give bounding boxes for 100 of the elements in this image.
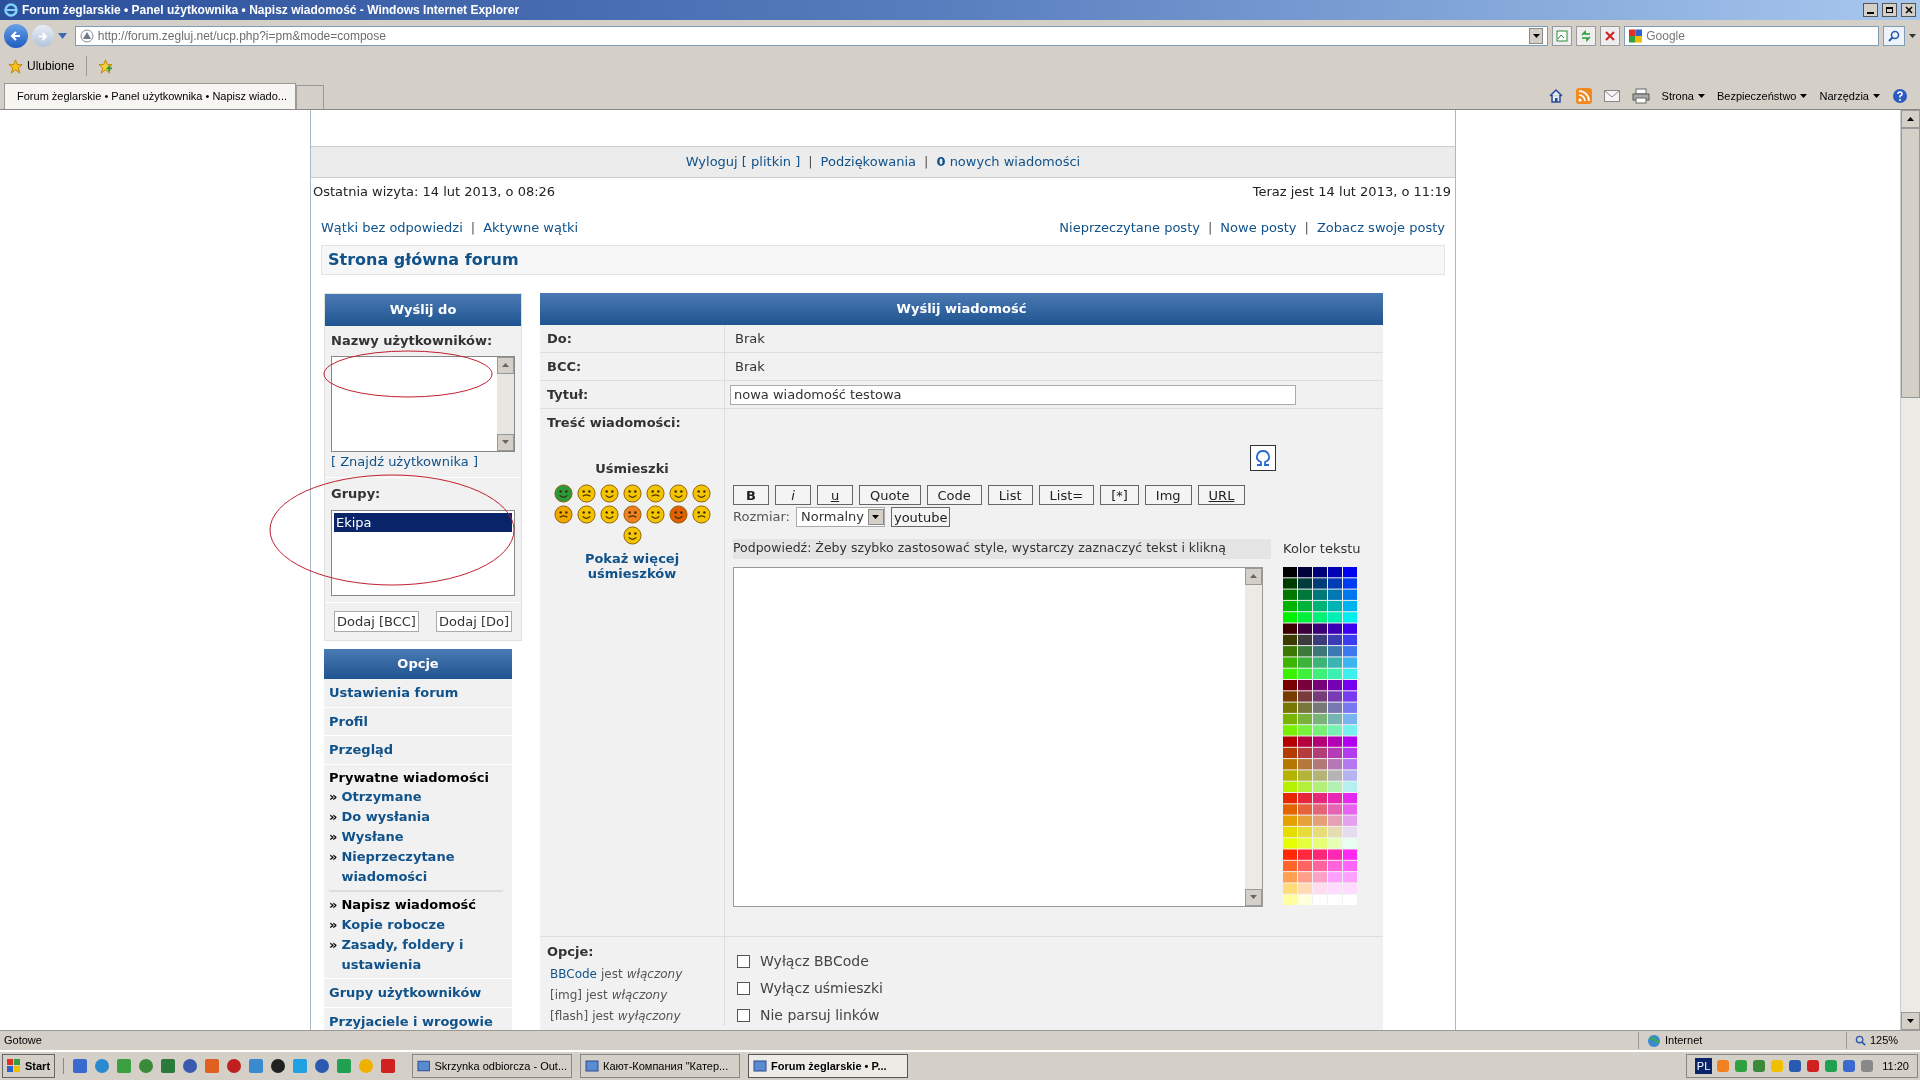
nav-link[interactable]: Nieprzeczytane posty: [1059, 217, 1200, 237]
group-option[interactable]: Ekipa: [334, 512, 512, 532]
search-box[interactable]: Google: [1624, 26, 1880, 46]
smiley-icon[interactable]: [576, 484, 596, 503]
scrollbar[interactable]: [497, 356, 514, 451]
minimize-button[interactable]: [1863, 3, 1878, 17]
menu-link[interactable]: Profil: [324, 707, 512, 736]
refresh-button[interactable]: [1576, 26, 1597, 46]
taskbar-window-button[interactable]: Forum żeglarskie • P...: [748, 1054, 909, 1078]
back-button[interactable]: [4, 24, 28, 48]
menu-link[interactable]: Przegląd: [324, 736, 512, 765]
home-icon[interactable]: [1547, 88, 1564, 104]
address-dropdown-button[interactable]: [1529, 28, 1544, 44]
format-button[interactable]: URL: [1197, 485, 1246, 505]
smiley-icon[interactable]: [691, 484, 711, 503]
quick-launch-icon[interactable]: [270, 1058, 287, 1074]
groups-list[interactable]: Ekipa: [331, 509, 515, 596]
nav-link[interactable]: Wyloguj [ plitkin ]: [685, 152, 801, 172]
menu-link[interactable]: Przyjaciele i wrogowie: [324, 1007, 512, 1030]
menu-link[interactable]: Otrzymane: [341, 787, 422, 807]
command-menu[interactable]: Narzędzia: [1819, 87, 1880, 105]
format-button[interactable]: Quote: [859, 485, 921, 505]
menu-link[interactable]: Nieprzeczytane wiadomości: [341, 847, 507, 887]
smiley-icon[interactable]: [645, 505, 665, 524]
option-name[interactable]: BBCode: [550, 964, 597, 983]
mail-icon[interactable]: [1603, 90, 1620, 102]
address-field[interactable]: http://forum.zegluj.net/ucp.php?i=pm&mode=compose: [74, 26, 1549, 46]
stop-button[interactable]: [1600, 26, 1621, 46]
format-button[interactable]: Img: [1144, 485, 1192, 505]
zoom-button[interactable]: 125%: [1846, 1032, 1916, 1049]
format-button[interactable]: List: [987, 485, 1033, 505]
menu-link[interactable]: Napisz wiadomość: [341, 895, 477, 915]
language-indicator[interactable]: PL: [1694, 1057, 1713, 1075]
smiley-icon[interactable]: [691, 505, 711, 524]
nav-link[interactable]: 0 nowych wiadomości: [936, 152, 1081, 172]
nav-link[interactable]: Nowe posty: [1220, 217, 1297, 237]
special-characters-button[interactable]: [1250, 445, 1276, 471]
restore-button[interactable]: [1882, 3, 1897, 17]
find-user-link[interactable]: [ Znajdź użytkownika ]: [325, 451, 521, 471]
format-button[interactable]: Code: [926, 485, 982, 505]
format-button[interactable]: u: [817, 485, 853, 505]
format-button[interactable]: i: [775, 485, 811, 505]
command-menu[interactable]: Strona: [1661, 87, 1705, 105]
add-recipient-button[interactable]: Dodaj [BCC]: [334, 610, 419, 632]
smiley-icon[interactable]: [553, 484, 573, 503]
smiley-icon[interactable]: [645, 484, 665, 503]
format-button[interactable]: B: [733, 485, 769, 505]
close-button[interactable]: [1901, 3, 1916, 17]
nav-link[interactable]: Zobacz swoje posty: [1316, 217, 1445, 237]
smiley-icon[interactable]: [622, 526, 642, 545]
smiley-icon[interactable]: [599, 484, 619, 503]
add-recipient-button[interactable]: Dodaj [Do]: [435, 610, 512, 632]
tray-icon[interactable]: [1788, 1059, 1803, 1073]
page-scrollbar[interactable]: [1900, 110, 1920, 1030]
add-favorite-button[interactable]: [95, 56, 116, 76]
menu-link[interactable]: Ustawienia forum: [324, 679, 512, 708]
tray-icon[interactable]: [1806, 1059, 1821, 1073]
more-smileys-link[interactable]: Pokaż więcej uśmieszków: [547, 551, 717, 581]
youtube-button[interactable]: youtube: [890, 507, 951, 527]
printer-icon[interactable]: [1631, 88, 1650, 104]
smiley-icon[interactable]: [576, 505, 596, 524]
menu-link[interactable]: Kopie robocze: [341, 915, 445, 935]
favorites-button[interactable]: Ulubione: [4, 57, 79, 75]
nav-link[interactable]: Aktywne wątki: [483, 217, 579, 237]
tray-icon[interactable]: [1824, 1059, 1839, 1073]
caret-icon[interactable]: [1909, 34, 1916, 38]
smiley-icon[interactable]: [668, 505, 688, 524]
dropdown-caret-icon[interactable]: [57, 33, 67, 39]
smiley-icon[interactable]: [668, 484, 688, 503]
checkbox[interactable]: [737, 955, 750, 968]
tray-icon[interactable]: [1734, 1059, 1749, 1073]
usernames-field[interactable]: [331, 355, 515, 452]
browser-tab[interactable]: Forum żeglarskie • Panel użytkownika • Napisz wiado...: [4, 83, 296, 109]
search-field[interactable]: Google: [1646, 27, 1875, 45]
smiley-icon[interactable]: [622, 505, 642, 524]
help-icon[interactable]: [1892, 88, 1908, 104]
menu-link[interactable]: Wysłane: [341, 827, 404, 847]
color-palette-drawing[interactable]: [1283, 566, 1358, 907]
feed-icon[interactable]: [1575, 88, 1592, 104]
smiley-icon[interactable]: [553, 505, 573, 524]
taskbar-window-button[interactable]: Кают-Компания "Катер...: [580, 1054, 741, 1078]
subject-field[interactable]: nowa wiadomość testowa: [730, 384, 1296, 405]
tray-icon[interactable]: [1860, 1059, 1875, 1073]
tray-icon[interactable]: [1842, 1059, 1857, 1073]
smiley-icon[interactable]: [622, 484, 642, 503]
nav-link[interactable]: Wątki bez odpowiedzi: [321, 217, 463, 237]
search-button[interactable]: [1883, 26, 1906, 46]
nav-link[interactable]: Podziękowania: [820, 152, 917, 172]
breadcrumb-link[interactable]: Strona główna forum: [328, 248, 519, 272]
menu-link[interactable]: Grupy użytkowników: [324, 979, 512, 1008]
tray-icon[interactable]: [1752, 1059, 1767, 1073]
menu-link[interactable]: Do wysłania: [341, 807, 430, 827]
format-button[interactable]: [*]: [1100, 485, 1139, 505]
command-menu[interactable]: Bezpieczeństwo: [1716, 87, 1808, 105]
start-button[interactable]: Start: [2, 1054, 56, 1078]
menu-link[interactable]: Zasady, foldery i ustawienia: [341, 935, 507, 975]
format-button[interactable]: List=: [1038, 485, 1095, 505]
taskbar-window-button[interactable]: Skrzynka odbiorcza - Out...: [412, 1054, 573, 1078]
compatibility-button[interactable]: [1552, 26, 1573, 46]
checkbox[interactable]: [737, 1009, 750, 1022]
